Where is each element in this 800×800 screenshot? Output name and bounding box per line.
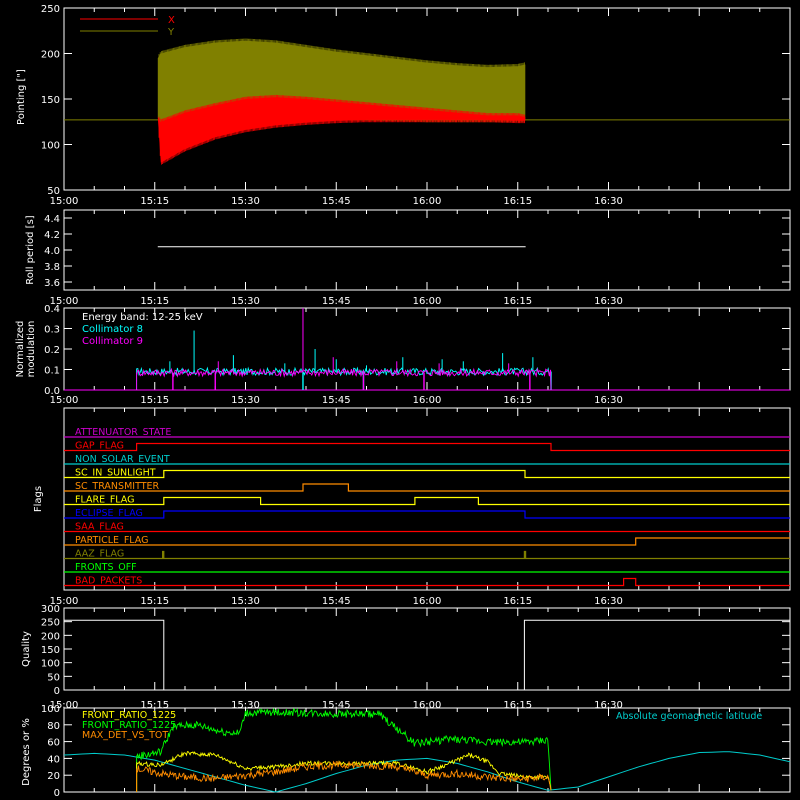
flag-label: FLARE_FLAG	[75, 495, 135, 506]
pointing-xtick-label: 15:45	[322, 196, 351, 207]
pointing-xtick-label: 16:15	[503, 196, 532, 207]
roll_period-xtick-label: 16:00	[413, 296, 442, 307]
pointing-ytick-label: 200	[41, 50, 60, 61]
pointing-ytick-label: 100	[41, 141, 60, 152]
pointing-ytick-label: 150	[41, 95, 60, 106]
flag-label: NON_SOLAR_EVENT	[75, 454, 170, 465]
quality-ytick-label: 50	[47, 672, 60, 683]
pointing-xtick-label: 16:30	[594, 196, 623, 207]
flag-label: GAP_FLAG	[75, 441, 124, 452]
modulation-legend-label: Collimator 8	[82, 324, 143, 335]
pointing-ylabel: Pointing ["]	[16, 69, 27, 125]
roll_period-ytick-label: 3.6	[44, 278, 60, 289]
roll_period-ytick-label: 4.4	[44, 214, 60, 225]
modulation-ytick-label: 0.1	[44, 366, 60, 377]
flag-label: AAZ_FLAG	[75, 549, 124, 560]
quality-ytick-label: 200	[41, 631, 60, 642]
modulation-legend-label: Collimator 9	[82, 336, 143, 347]
quality-ytick-label: 100	[41, 659, 60, 670]
front_ratio-ytick-label: 20	[47, 771, 60, 782]
modulation-ytick-label: 0.3	[44, 325, 60, 336]
front-ratio-right-legend-label: Absolute geomagnetic latitude	[616, 711, 762, 722]
modulation-annotation: Energy band: 12-25 keV	[82, 312, 203, 323]
roll_period-xtick-label: 16:30	[594, 296, 623, 307]
pointing-legend-label: X	[168, 15, 175, 26]
roll_period-xtick-label: 15:45	[322, 296, 351, 307]
flags-ylabel: Flags	[33, 486, 44, 512]
roll_period-xtick-label: 15:15	[140, 296, 169, 307]
front-ratio-legend-label: MAX_DET_VS_TOT	[82, 730, 168, 741]
pointing-xtick-label: 16:00	[413, 196, 442, 207]
front_ratio-ytick-label: 40	[47, 754, 60, 765]
front_ratio-ytick-label: 100	[41, 704, 60, 715]
flags-xtick-label: 15:15	[140, 596, 169, 607]
flags-xtick-label: 16:15	[503, 596, 532, 607]
pointing-xtick-label: 15:15	[140, 196, 169, 207]
front_ratio-ytick-label: 60	[47, 738, 60, 749]
pointing-xtick-label: 15:30	[231, 196, 260, 207]
flags-xtick-label: 16:30	[594, 596, 623, 607]
modulation-xtick-label: 15:15	[140, 395, 169, 406]
modulation-xtick-label: 15:30	[231, 395, 260, 406]
modulation-xtick-label: 16:15	[503, 395, 532, 406]
quality-ytick-label: 150	[41, 645, 60, 656]
flag-label: BAD_PACKETS	[75, 576, 142, 587]
quality-ylabel: Quality	[21, 631, 32, 667]
figure: 15:00 15:15 15:30 15:45 16:00 16:15 16:30 50 100…	[0, 0, 800, 800]
pointing-ytick-label: 50	[47, 186, 60, 197]
modulation-xtick-label: 16:00	[413, 395, 442, 406]
front_ratio-ytick-label: 80	[47, 721, 60, 732]
flag-label: SC_TRANSMITTER	[75, 481, 160, 492]
modulation-ytick-label: 0.2	[44, 345, 60, 356]
pointing-xtick-label: 15:00	[50, 196, 79, 207]
flag-label: PARTICLE_FLAG	[75, 535, 148, 546]
quality-ytick-label: 250	[41, 618, 60, 629]
modulation-ytick-label: 0.4	[44, 304, 60, 315]
modulation-ytick-label: 0.0	[44, 386, 60, 397]
quality-ytick-label: 300	[41, 604, 60, 615]
roll_period-ytick-label: 4.0	[44, 246, 60, 257]
flags-xtick-label: 15:45	[322, 596, 351, 607]
quality-ytick-label: 0	[54, 686, 60, 697]
roll_period-ytick-label: 3.8	[44, 262, 60, 273]
front_ratio-ylabel: Degrees or %	[21, 718, 32, 786]
flag-label: SAA_FLAG	[75, 522, 124, 533]
roll_period-xtick-label: 16:15	[503, 296, 532, 307]
flag-label: ATTENUATOR_STATE	[75, 427, 171, 438]
flag-label: FRONTS_OFF	[75, 562, 137, 573]
modulation-xtick-label: 15:45	[322, 395, 351, 406]
front_ratio-ytick-label: 0	[54, 788, 60, 799]
modulation-ylabel: modulation	[26, 321, 37, 378]
pointing-ytick-label: 250	[41, 4, 60, 15]
modulation-xtick-label: 16:30	[594, 395, 623, 406]
flags-xtick-label: 16:00	[413, 596, 442, 607]
roll_period-xtick-label: 15:30	[231, 296, 260, 307]
roll_period-ytick-label: 4.2	[44, 230, 60, 241]
flag-label: ECLIPSE_FLAG	[75, 508, 143, 519]
flag-label: SC_IN_SUNLIGHT	[75, 468, 156, 479]
pointing-legend-label: Y	[167, 27, 175, 38]
modulation-ylabel: Normalized	[15, 321, 26, 378]
roll_period-ylabel: Roll period [s]	[25, 215, 36, 284]
flags-xtick-label: 15:30	[231, 596, 260, 607]
